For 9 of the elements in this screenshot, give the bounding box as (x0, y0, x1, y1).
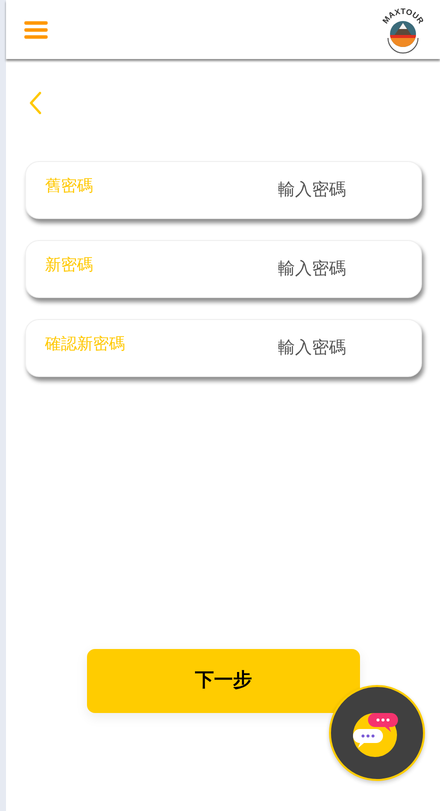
field-label: 確認新密碼 (45, 334, 126, 355)
password-input[interactable]: 輸入密碼 (278, 256, 408, 282)
password-input[interactable]: 輸入密碼 (278, 335, 408, 361)
field-label: 舊密碼 (45, 176, 94, 197)
field-label: 新密碼 (45, 256, 94, 276)
next-button[interactable]: 下一步 (87, 649, 360, 713)
menu-icon[interactable] (24, 20, 48, 40)
back-icon[interactable] (29, 91, 43, 115)
password-input[interactable]: 輸入密碼 (278, 177, 408, 203)
